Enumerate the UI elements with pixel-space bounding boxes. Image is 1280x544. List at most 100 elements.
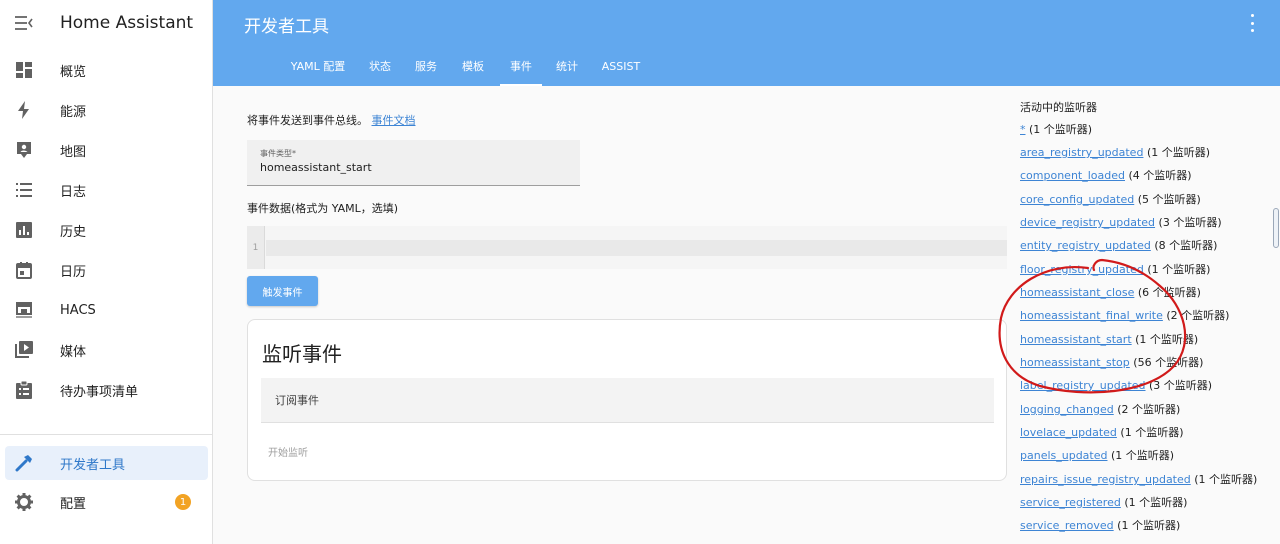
listener-link[interactable]: homeassistant_final_write <box>1020 309 1163 322</box>
sidebar-item-map[interactable]: 地图 <box>5 133 208 167</box>
logbook-icon <box>14 180 34 200</box>
sidebar-item-label: 日志 <box>60 184 87 200</box>
hacs-icon <box>14 300 34 320</box>
app-header: 开发者工具 YAML 配置 状态 服务 模板 事件 统计 ASSIST <box>213 0 1280 86</box>
event-data-editor[interactable]: 1 <box>247 226 1007 269</box>
tab-template[interactable]: 模板 <box>458 46 488 86</box>
listener-count: (1 个监听器) <box>1124 496 1188 509</box>
map-icon <box>14 140 34 160</box>
tab-assist[interactable]: ASSIST <box>597 46 645 86</box>
listener-count: (5 个监听器) <box>1137 193 1201 206</box>
listener-link[interactable]: service_registered <box>1020 496 1121 509</box>
listener-row: service_registered (1 个监听器) <box>1020 494 1187 510</box>
listener-count: (1 个监听器) <box>1120 426 1184 439</box>
calendar-icon <box>14 260 34 280</box>
listener-link[interactable]: * <box>1020 123 1026 136</box>
subscribe-event-input[interactable]: 订阅事件 <box>261 378 994 423</box>
listener-row: * (1 个监听器) <box>1020 121 1092 137</box>
event-docs-link[interactable]: 事件文档 <box>372 114 416 127</box>
listener-row: floor_registry_updated (1 个监听器) <box>1020 261 1210 277</box>
sidebar-item-label: 待办事项清单 <box>60 384 139 400</box>
listener-link[interactable]: core_config_updated <box>1020 193 1134 206</box>
tab-statistics[interactable]: 统计 <box>552 46 582 86</box>
listener-link[interactable]: device_registry_updated <box>1020 216 1155 229</box>
sidebar-item-todo[interactable]: 待办事项清单 <box>5 373 208 407</box>
sidebar-item-label: 地图 <box>60 144 87 160</box>
sidebar-divider <box>0 434 212 435</box>
listener-link[interactable]: lovelace_updated <box>1020 426 1117 439</box>
more-vertical-icon[interactable] <box>1248 14 1256 32</box>
sidebar-item-settings[interactable]: 配置 1 <box>5 485 208 519</box>
listener-row: entity_registry_updated (8 个监听器) <box>1020 237 1217 253</box>
sidebar-item-developer-tools[interactable]: 开发者工具 <box>5 446 208 480</box>
listen-event-card: 监听事件 订阅事件 开始监听 <box>247 319 1007 481</box>
sidebar-item-hacs[interactable]: HACS <box>5 293 208 327</box>
app-title: Home Assistant <box>60 13 194 33</box>
listener-row: device_registry_updated (3 个监听器) <box>1020 214 1222 230</box>
sidebar-item-media[interactable]: 媒体 <box>5 333 208 367</box>
start-listening-button[interactable]: 开始监听 <box>268 444 308 459</box>
listener-link[interactable]: entity_registry_updated <box>1020 239 1151 252</box>
menu-toggle-icon[interactable] <box>14 13 34 33</box>
gear-icon <box>14 492 34 512</box>
listener-count: (56 个监听器) <box>1133 356 1204 369</box>
tab-services[interactable]: 服务 <box>411 46 441 86</box>
sidebar-item-label: 媒体 <box>60 344 87 360</box>
listener-link[interactable]: label_registry_updated <box>1020 379 1146 392</box>
tab-states[interactable]: 状态 <box>365 46 395 86</box>
sidebar: Home Assistant 概览 能源 地图 日志 历史 日历 HACS 媒体… <box>0 0 213 544</box>
listener-link[interactable]: homeassistant_close <box>1020 286 1134 299</box>
event-type-label: 事件类型* <box>260 149 296 158</box>
listen-card-title: 监听事件 <box>262 342 342 366</box>
listener-link[interactable]: homeassistant_stop <box>1020 356 1130 369</box>
listener-link[interactable]: service_removed <box>1020 519 1114 532</box>
listener-row: panels_updated (1 个监听器) <box>1020 447 1174 463</box>
listener-count: (3 个监听器) <box>1158 216 1222 229</box>
listener-link[interactable]: area_registry_updated <box>1020 146 1143 159</box>
listener-row: label_registry_updated (3 个监听器) <box>1020 377 1212 393</box>
listener-count: (1 个监听器) <box>1117 519 1181 532</box>
listener-link[interactable]: logging_changed <box>1020 403 1114 416</box>
line-number: 1 <box>247 226 265 269</box>
listener-row: area_registry_updated (1 个监听器) <box>1020 144 1210 160</box>
media-play-icon <box>14 340 34 360</box>
tab-yaml[interactable]: YAML 配置 <box>286 46 350 86</box>
sidebar-item-label: 能源 <box>60 104 87 120</box>
listener-count: (3 个监听器) <box>1149 379 1213 392</box>
listener-row: component_loaded (4 个监听器) <box>1020 167 1192 183</box>
notification-badge: 1 <box>175 494 191 510</box>
tab-events[interactable]: 事件 <box>500 46 542 86</box>
listener-count: (2 个监听器) <box>1166 309 1230 322</box>
listener-link[interactable]: floor_registry_updated <box>1020 263 1144 276</box>
listener-count: (8 个监听器) <box>1154 239 1218 252</box>
event-type-input[interactable]: 事件类型* homeassistant_start <box>247 140 580 186</box>
history-chart-icon <box>14 220 34 240</box>
sidebar-item-label: 历史 <box>60 224 87 240</box>
listener-count: (1 个监听器) <box>1029 123 1093 136</box>
listener-count: (1 个监听器) <box>1147 263 1211 276</box>
sidebar-item-overview[interactable]: 概览 <box>5 53 208 87</box>
listener-count: (1 个监听器) <box>1194 473 1258 486</box>
listener-row: core_config_updated (5 个监听器) <box>1020 191 1201 207</box>
tab-bar: YAML 配置 状态 服务 模板 事件 统计 ASSIST <box>213 46 1280 86</box>
dashboard-icon <box>14 60 34 80</box>
listener-link[interactable]: component_loaded <box>1020 169 1125 182</box>
listener-link[interactable]: panels_updated <box>1020 449 1108 462</box>
sidebar-item-label: 配置 <box>60 496 87 512</box>
listener-link[interactable]: homeassistant_start <box>1020 333 1132 346</box>
intro-text: 将事件发送到事件总线。 <box>247 114 368 127</box>
scrollbar-thumb[interactable] <box>1273 208 1279 248</box>
sidebar-item-energy[interactable]: 能源 <box>5 93 208 127</box>
sidebar-item-logbook[interactable]: 日志 <box>5 173 208 207</box>
listener-row: homeassistant_stop (56 个监听器) <box>1020 354 1203 370</box>
listener-row: homeassistant_final_write (2 个监听器) <box>1020 307 1229 323</box>
listener-count: (6 个监听器) <box>1137 286 1201 299</box>
sidebar-item-label: HACS <box>60 302 96 318</box>
sidebar-item-history[interactable]: 历史 <box>5 213 208 247</box>
listener-count: (1 个监听器) <box>1135 333 1199 346</box>
listener-row: repairs_issue_registry_updated (1 个监听器) <box>1020 471 1257 487</box>
listener-link[interactable]: repairs_issue_registry_updated <box>1020 473 1191 486</box>
sidebar-item-calendar[interactable]: 日历 <box>5 253 208 287</box>
fire-event-button[interactable]: 触发事件 <box>247 276 318 306</box>
lightning-icon <box>14 100 34 120</box>
